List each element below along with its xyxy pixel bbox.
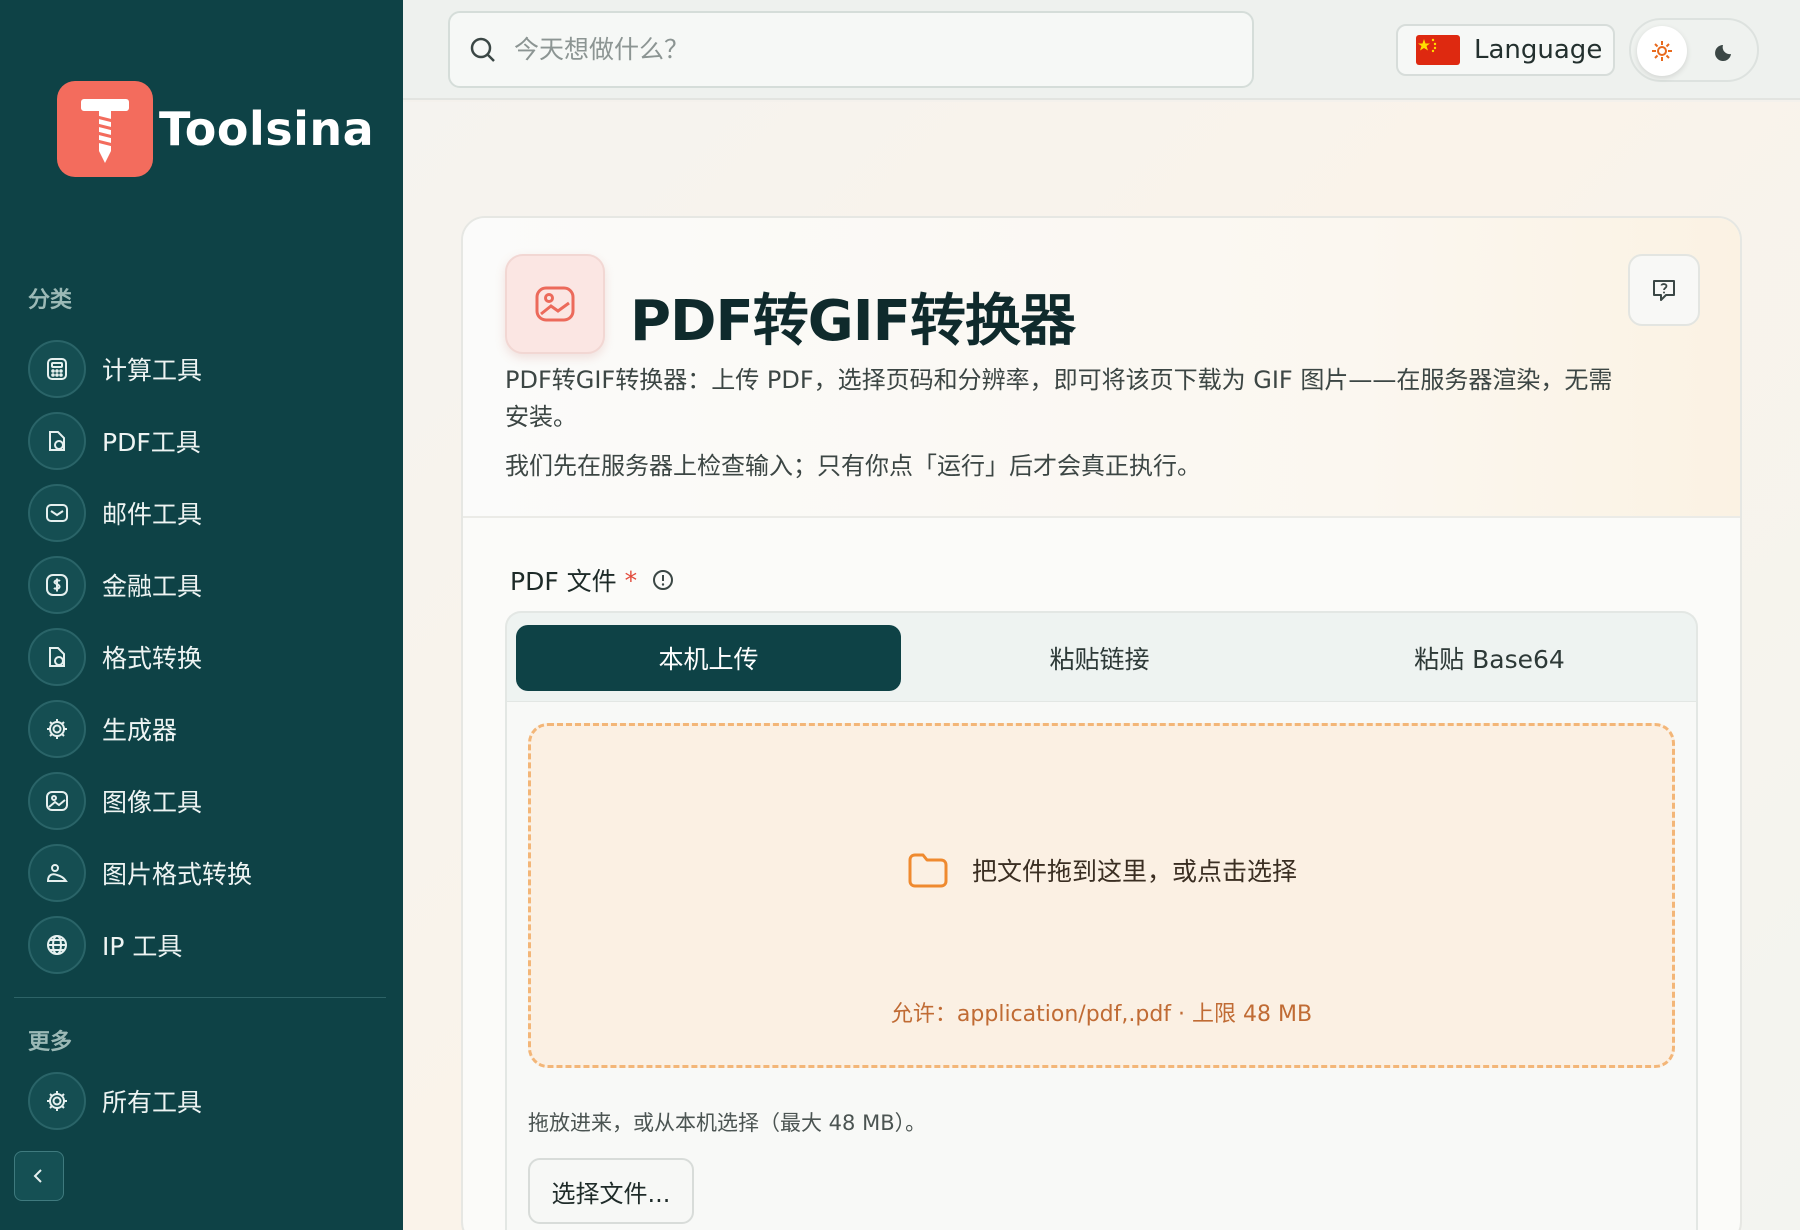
mail-icon [28, 484, 86, 542]
sidebar-item-label: 图像工具 [102, 788, 203, 817]
dropzone-text: 把文件拖到这里，或点击选择 [971, 857, 1297, 886]
sidebar-item-label: 所有工具 [102, 1088, 203, 1117]
pdf-file-field-label: PDF 文件 * [510, 562, 675, 598]
sidebar-item-format-convert[interactable]: 格式转换 [28, 621, 388, 693]
sidebar-collapse-button[interactable] [14, 1151, 64, 1201]
language-label: Language [1474, 35, 1603, 65]
section-label-categories: 分类 [28, 288, 73, 313]
search-box[interactable] [448, 11, 1254, 88]
search-input[interactable] [514, 35, 1214, 64]
upload-panel: 把文件拖到这里，或点击选择 允许：application/pdf,.pdf · … [505, 701, 1698, 1230]
tool-description-secondary: 我们先在服务器上检查输入；只有你点「运行」后才会真正执行。 [505, 452, 1201, 480]
page-title: PDF转GIF转换器 [630, 289, 1076, 354]
sidebar-item-pdf[interactable]: PDF工具 [28, 405, 388, 477]
info-icon[interactable] [651, 568, 675, 592]
sidebar-more-nav: 所有工具 [28, 1065, 388, 1137]
sidebar-item-image[interactable]: 图像工具 [28, 765, 388, 837]
moon-icon [1715, 45, 1731, 61]
help-chat-icon [1653, 280, 1675, 301]
image-icon [505, 254, 605, 354]
theme-toggle[interactable] [1629, 18, 1759, 82]
tab-local-upload[interactable]: 本机上传 [516, 625, 901, 691]
dark-mode-button[interactable] [1701, 26, 1751, 76]
tab-paste-base64[interactable]: 粘贴 Base64 [1297, 625, 1682, 691]
folder-icon [908, 853, 948, 888]
chevron-left-icon [33, 1169, 42, 1183]
light-mode-button[interactable] [1637, 26, 1687, 76]
sidebar-item-generator[interactable]: 生成器 [28, 693, 388, 765]
sidebar-item-label: PDF工具 [102, 428, 201, 457]
section-label-more: 更多 [28, 1030, 73, 1055]
tab-paste-link[interactable]: 粘贴链接 [907, 625, 1292, 691]
choose-file-button[interactable]: 选择文件... [528, 1158, 694, 1224]
image-convert-icon [28, 844, 86, 902]
convert-icon [28, 628, 86, 686]
logo-icon [57, 81, 153, 177]
field-label-text: PDF 文件 [510, 567, 617, 596]
calculator-icon [28, 340, 86, 398]
globe-icon [28, 916, 86, 974]
sidebar-item-label: IP 工具 [102, 932, 183, 961]
brand-name: Toolsina [159, 102, 375, 156]
upload-hint: 拖放进来，或从本机选择（最大 48 MB）。 [528, 1111, 927, 1135]
image-icon [28, 772, 86, 830]
tool-description: PDF转GIF转换器：上传 PDF，选择页码和分辨率，即可将该页下载为 GIF … [505, 366, 1613, 431]
sidebar-item-finance[interactable]: 金融工具 [28, 549, 388, 621]
input-mode-tabs: 本机上传 粘贴链接 粘贴 Base64 [505, 611, 1698, 701]
sidebar-item-mail[interactable]: 邮件工具 [28, 477, 388, 549]
sidebar-item-label: 计算工具 [102, 356, 203, 385]
required-mark: * [624, 565, 638, 595]
sidebar-item-all-tools[interactable]: 所有工具 [28, 1065, 388, 1137]
brand-logo[interactable]: Toolsina [57, 81, 374, 177]
topbar: Language [403, 0, 1800, 100]
sidebar-divider [14, 997, 386, 998]
sidebar-item-label: 生成器 [102, 716, 178, 745]
tool-header: PDF转GIF转换器 PDF转GIF转换器：上传 PDF，选择页码和分辨率，即可… [463, 218, 1740, 518]
china-flag-icon [1416, 35, 1460, 65]
sidebar-nav: 计算工具 PDF工具 邮件工具 金融工具 格式转换 生成器 图像工具 图片格式转… [28, 333, 388, 981]
search-icon [470, 37, 495, 62]
gear-icon [28, 1072, 86, 1130]
sidebar-item-label: 邮件工具 [102, 500, 203, 529]
sidebar-item-label: 图片格式转换 [102, 860, 253, 889]
gear-icon [28, 700, 86, 758]
sidebar-item-calculator[interactable]: 计算工具 [28, 333, 388, 405]
document-icon [28, 412, 86, 470]
sidebar: Toolsina 分类 计算工具 PDF工具 邮件工具 金融工具 格式转换 生成… [0, 0, 403, 1230]
sun-icon [1652, 41, 1672, 61]
sidebar-item-image-format[interactable]: 图片格式转换 [28, 837, 388, 909]
sidebar-item-ip[interactable]: IP 工具 [28, 909, 388, 981]
help-button[interactable] [1628, 254, 1700, 326]
file-dropzone[interactable]: 把文件拖到这里，或点击选择 允许：application/pdf,.pdf · … [528, 723, 1675, 1068]
sidebar-item-label: 格式转换 [102, 644, 203, 673]
allowed-types-text: 允许：application/pdf,.pdf · 上限 48 MB [890, 1002, 1313, 1027]
dollar-icon [28, 556, 86, 614]
language-button[interactable]: Language [1396, 24, 1615, 76]
sidebar-item-label: 金融工具 [102, 572, 203, 601]
dropzone-main: 把文件拖到这里，或点击选择 [531, 850, 1672, 890]
tool-card: PDF转GIF转换器 PDF转GIF转换器：上传 PDF，选择页码和分辨率，即可… [461, 216, 1742, 1230]
